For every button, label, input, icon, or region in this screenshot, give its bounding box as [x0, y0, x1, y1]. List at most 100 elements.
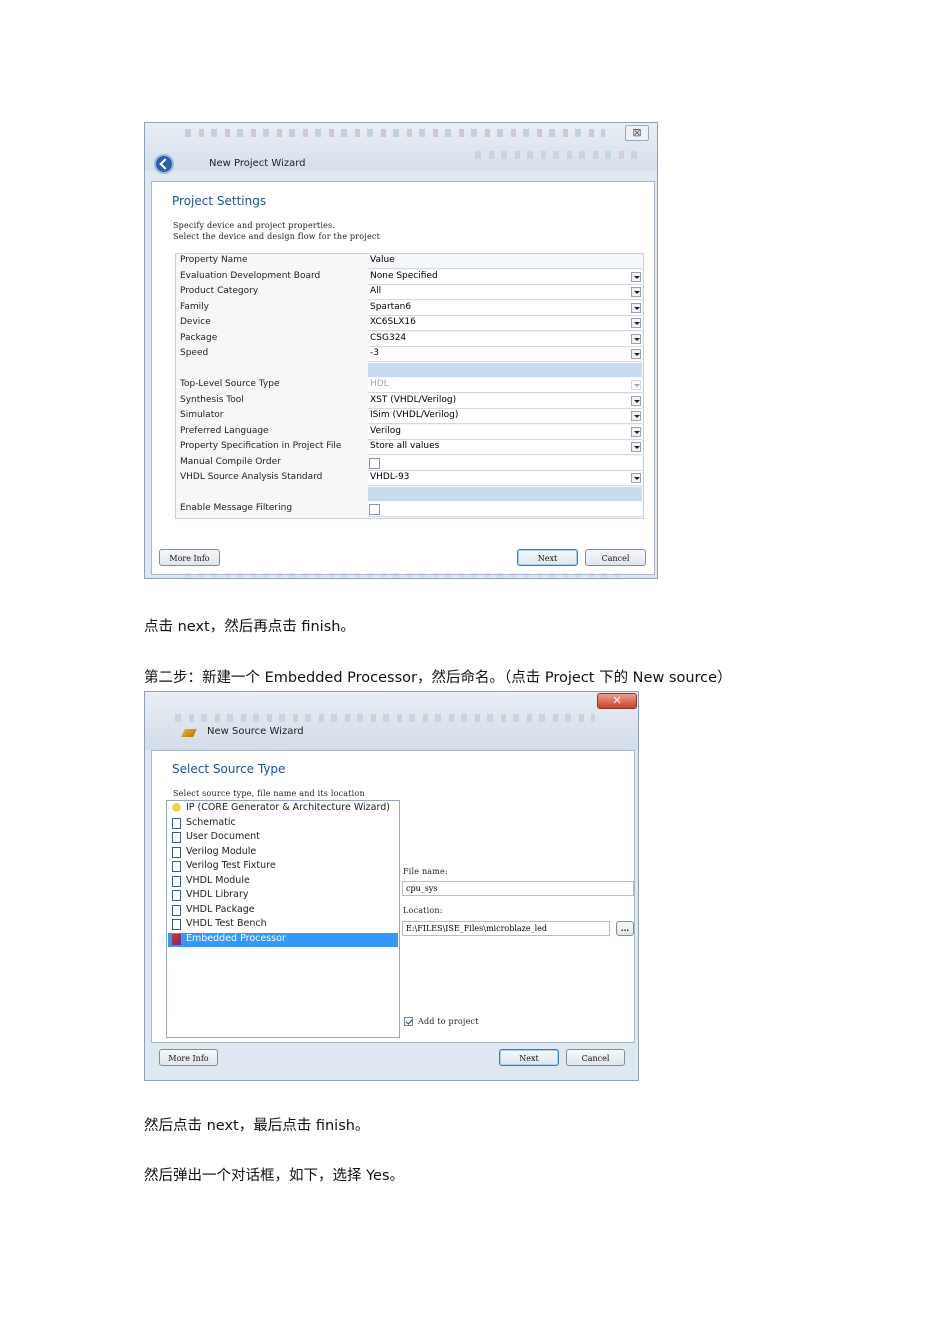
property-row[interactable]: Evaluation Development Board None Specifi… [176, 269, 643, 286]
grid-header: Property Name Value [176, 254, 643, 270]
close-icon[interactable]: ⊠ [625, 125, 649, 141]
property-name: Device [180, 317, 211, 327]
header-value: Value [370, 255, 395, 265]
property-row[interactable]: VHDL Source Analysis Standard VHDL-93 [176, 471, 643, 487]
item-label: Embedded Processor [186, 932, 286, 944]
caption-step2: 第二步：新建一个 Embedded Processor，然后命名。（点击 Pro… [144, 670, 732, 686]
header-property-name: Property Name [180, 255, 248, 265]
file-name-input[interactable]: cpu_sys [402, 881, 634, 896]
wizard-panel: Project Settings Specify device and proj… [151, 181, 655, 575]
property-row[interactable]: Enable Message Filtering [176, 502, 643, 518]
dropdown-arrow-icon[interactable] [631, 287, 641, 297]
next-button[interactable]: Next [517, 549, 578, 566]
property-name: VHDL Source Analysis Standard [180, 472, 323, 482]
list-item[interactable]: VHDL Library [168, 889, 398, 903]
list-item[interactable]: IP (CORE Generator & Architecture Wizard… [168, 802, 398, 816]
property-value: All [370, 286, 382, 296]
property-row[interactable]: Synthesis Tool XST (VHDL/Verilog) [176, 393, 643, 410]
dropdown-arrow-icon[interactable] [631, 395, 641, 406]
property-row: Top-Level Source Type HDL [176, 378, 643, 394]
cancel-button[interactable]: Cancel [566, 1049, 625, 1066]
property-row[interactable]: Simulator ISim (VHDL/Verilog) [176, 409, 643, 425]
caption-step1: 点击 next，然后再点击 finish。 [144, 619, 355, 635]
dropdown-arrow-icon[interactable] [631, 473, 641, 483]
item-label: User Document [186, 831, 260, 842]
dropdown-arrow-icon[interactable] [631, 426, 641, 437]
vhdl-testbench-icon [172, 919, 181, 930]
toolbar-icons [185, 129, 605, 137]
location-input[interactable]: E:\FILES\ISE_Files\microblaze_led [402, 921, 610, 936]
item-label: Schematic [186, 816, 236, 828]
vhdl-library-icon [172, 890, 181, 901]
dropdown-arrow-icon[interactable] [631, 318, 641, 328]
dropdown-arrow-icon[interactable] [631, 349, 641, 359]
cancel-button[interactable]: Cancel [585, 549, 646, 566]
list-item[interactable]: Verilog Test Fixture [168, 860, 398, 874]
property-value: None Specified [370, 270, 438, 281]
vhdl-package-icon [172, 904, 181, 916]
property-row[interactable]: Preferred Language Verilog [176, 424, 643, 441]
property-value: XC6SLX16 [370, 317, 416, 327]
add-to-project-label: Add to project [418, 1017, 479, 1026]
list-item-selected[interactable]: Embedded Processor [168, 932, 398, 947]
browse-button[interactable]: ... [616, 921, 634, 936]
next-button[interactable]: Next [499, 1049, 559, 1066]
list-item[interactable]: Verilog Module [168, 846, 398, 860]
item-label: Verilog Module [186, 845, 257, 857]
property-value: ISim (VHDL/Verilog) [370, 410, 459, 420]
item-label: VHDL Package [186, 903, 255, 915]
caption-step2-next: 然后点击 next，最后点击 finish。 [144, 1118, 370, 1134]
property-name: Preferred Language [180, 425, 269, 436]
message-filtering-checkbox[interactable] [369, 504, 380, 515]
list-item[interactable]: VHDL Package [168, 904, 398, 918]
toolbar-icons [175, 714, 595, 722]
property-row[interactable]: Speed -3 [176, 347, 643, 363]
list-item[interactable]: VHDL Module [168, 875, 398, 889]
item-label: VHDL Library [186, 889, 249, 900]
add-to-project-checkbox[interactable] [404, 1017, 413, 1026]
dropdown-arrow-icon [631, 380, 641, 390]
property-row[interactable]: Family Spartan6 [176, 300, 643, 317]
property-name: Evaluation Development Board [180, 270, 321, 281]
group-separator [176, 486, 643, 503]
item-label: IP (CORE Generator & Architecture Wizard… [186, 802, 390, 813]
caption-dialog: 然后弹出一个对话框，如下，选择 Yes。 [144, 1168, 405, 1184]
property-value: XST (VHDL/Verilog) [370, 394, 457, 405]
property-grid: Property Name Value Evaluation Developme… [175, 253, 644, 519]
item-label: VHDL Module [186, 874, 250, 886]
toolbar-icons-2 [475, 151, 645, 159]
group-separator [176, 362, 643, 379]
more-info-button[interactable]: More Info [159, 1049, 218, 1066]
description-line-1: Specify device and project properties. [173, 221, 336, 230]
dropdown-arrow-icon[interactable] [631, 442, 641, 452]
dropdown-arrow-icon[interactable] [631, 411, 641, 421]
property-row[interactable]: Product Category All [176, 285, 643, 301]
list-item[interactable]: Schematic [168, 817, 398, 831]
property-row[interactable]: Package CSG324 [176, 331, 643, 348]
dropdown-arrow-icon[interactable] [631, 302, 641, 313]
wizard-panel: Select Source Type Select source type, f… [151, 750, 635, 1043]
property-row[interactable]: Manual Compile Order [176, 455, 643, 472]
list-item[interactable]: VHDL Test Bench [168, 918, 398, 932]
property-row[interactable]: Device XC6SLX16 [176, 316, 643, 332]
item-label: Verilog Test Fixture [186, 860, 276, 871]
more-info-button[interactable]: More Info [159, 549, 220, 566]
property-value: HDL [370, 379, 389, 389]
dropdown-arrow-icon[interactable] [631, 333, 641, 344]
property-row[interactable]: Property Specification in Project File St… [176, 440, 643, 456]
list-item[interactable]: User Document [168, 831, 398, 845]
vhdl-module-icon [172, 875, 181, 887]
property-name: Speed [180, 348, 209, 358]
ip-bulb-icon [172, 803, 181, 814]
document-icon [172, 832, 181, 843]
close-icon[interactable]: ✕ [597, 693, 637, 709]
window-title: New Project Wizard [209, 158, 306, 169]
window-title: New Source Wizard [207, 726, 304, 737]
manual-compile-checkbox[interactable] [369, 457, 380, 469]
back-arrow-icon[interactable] [154, 154, 174, 174]
property-name: Simulator [180, 410, 224, 420]
property-value: VHDL-93 [370, 472, 410, 482]
source-type-list: IP (CORE Generator & Architecture Wizard… [166, 800, 400, 1038]
property-name: Property Specification in Project File [180, 441, 342, 451]
dropdown-arrow-icon[interactable] [631, 271, 641, 282]
